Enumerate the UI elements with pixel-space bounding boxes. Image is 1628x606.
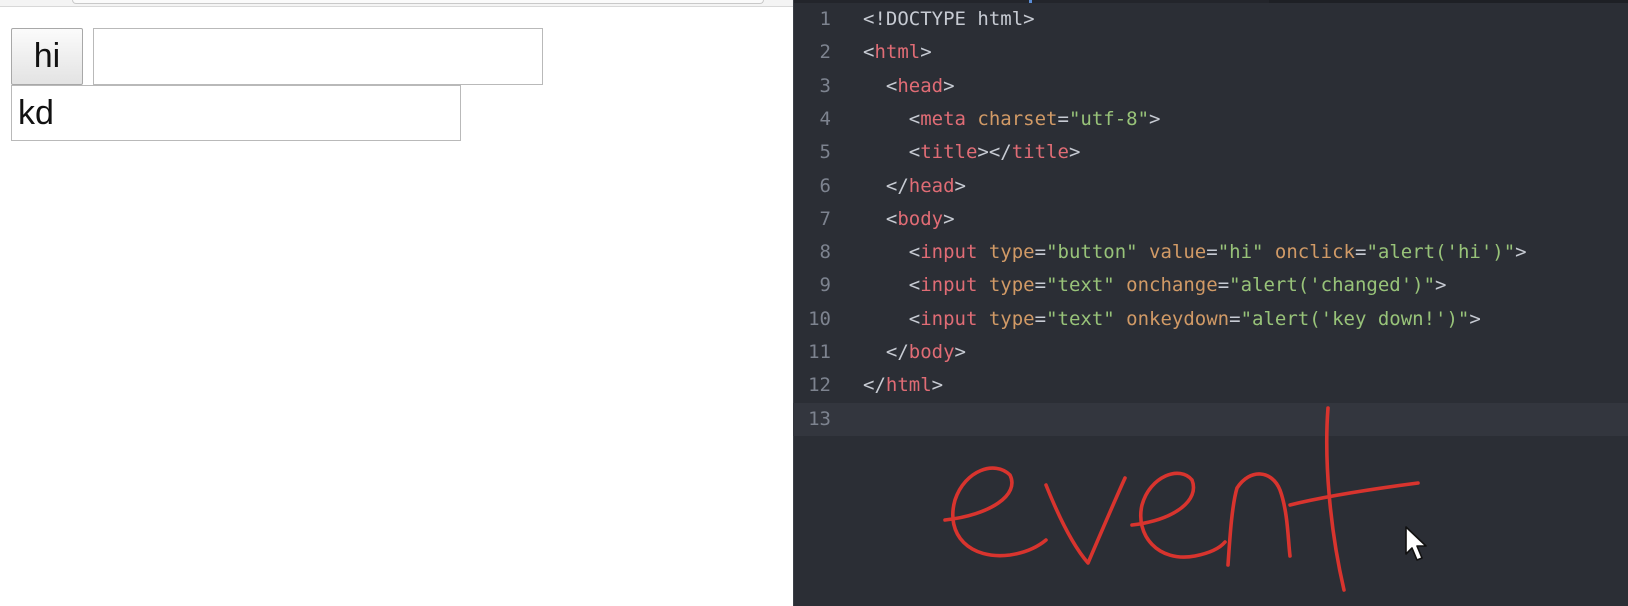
code-line-4[interactable]: 4 <meta charset="utf-8">	[793, 103, 1628, 136]
code-text: <input type="button" value="hi" onclick=…	[863, 241, 1527, 264]
code-editor-pane[interactable]: 1 <!DOCTYPE html> 2 <html> 3 <head> 4 <meta c…	[793, 0, 1628, 606]
code-line-3[interactable]: 3 <head>	[793, 70, 1628, 103]
code-text: <body>	[863, 207, 955, 230]
code-text: </html>	[863, 374, 944, 397]
code-line-1[interactable]: 1 <!DOCTYPE html>	[793, 3, 1628, 36]
code-line-7[interactable]: 7 <body>	[793, 203, 1628, 236]
code-line-8[interactable]: 8 <input type="button" value="hi" onclic…	[793, 236, 1628, 269]
ink-letter-e1	[943, 466, 1048, 558]
line-number: 11	[808, 341, 831, 363]
address-bar-edge	[72, 0, 764, 4]
mouse-pointer-icon	[1405, 526, 1427, 561]
ink-letter-t-bar	[1288, 481, 1420, 507]
code-text: <!DOCTYPE html>	[863, 8, 1035, 30]
line-number: 5	[819, 141, 831, 164]
code-text: <html>	[863, 41, 932, 64]
browser-toolbar-edge	[0, 0, 793, 7]
line-number: 8	[819, 241, 831, 264]
ink-letter-n	[1226, 472, 1292, 567]
line-number: 7	[819, 207, 831, 230]
line-number: 12	[808, 374, 831, 397]
ink-letter-e2	[1130, 471, 1227, 559]
code-line-12[interactable]: 12 </html>	[793, 369, 1628, 402]
code-line-10[interactable]: 10 <input type="text" onkeydown="alert('…	[793, 303, 1628, 336]
code-text: </head>	[863, 174, 966, 197]
line-number: 6	[819, 174, 831, 197]
code-line-9[interactable]: 9 <input type="text" onchange="alert('ch…	[793, 269, 1628, 302]
line-number: 9	[819, 274, 831, 297]
code-line-5[interactable]: 5 <title></title>	[793, 136, 1628, 169]
onchange-text-input[interactable]	[93, 28, 543, 85]
line-number: 4	[819, 107, 831, 130]
browser-pane: hi	[0, 0, 793, 606]
code-line-13[interactable]: 13	[793, 402, 1628, 436]
onkeydown-text-input[interactable]	[11, 85, 461, 141]
code-text: <input type="text" onchange="alert('chan…	[863, 274, 1447, 297]
ink-letter-v	[1044, 476, 1127, 565]
code-line-2[interactable]: 2 <html>	[793, 36, 1628, 69]
line-number: 2	[819, 41, 831, 64]
hi-button[interactable]: hi	[11, 28, 83, 85]
code-text: </body>	[863, 341, 966, 363]
line-number: 13	[808, 407, 831, 430]
code-line-6[interactable]: 6 </head>	[793, 170, 1628, 203]
code-line-11[interactable]: 11 </body>	[793, 336, 1628, 369]
code-text: <head>	[863, 74, 955, 97]
code-text: <input type="text" onkeydown="alert('key…	[863, 307, 1481, 330]
line-number: 3	[819, 74, 831, 97]
line-number: 1	[819, 8, 831, 30]
code-text: <meta charset="utf-8">	[863, 107, 1161, 130]
line-number: 10	[808, 307, 831, 330]
code-text: <title></title>	[863, 141, 1081, 164]
